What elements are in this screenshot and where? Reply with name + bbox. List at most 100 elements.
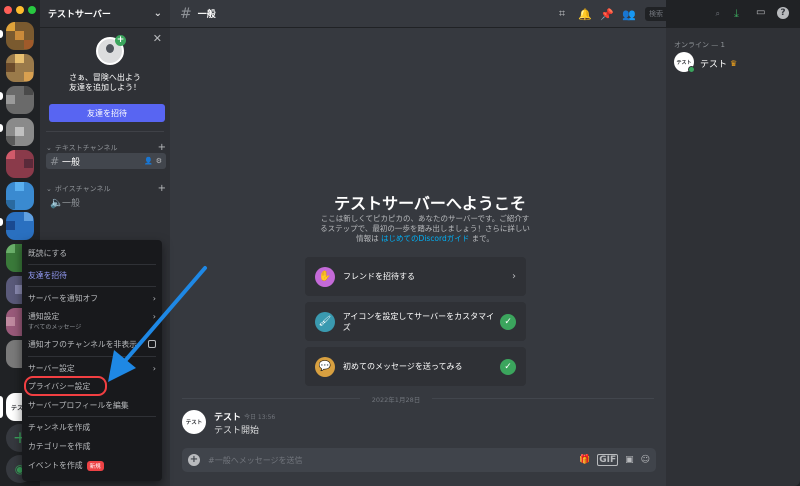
menu-item-hide-muted[interactable]: 通知オフのチャンネルを非表示	[28, 339, 156, 350]
member-item[interactable]: テスト ♛	[700, 57, 737, 70]
menu-item-invite[interactable]: 友達を招待	[28, 270, 156, 281]
welcome-desc-line: 情報は	[356, 234, 379, 243]
invite-friends-button[interactable]: 友達を招待	[49, 104, 165, 122]
menu-label: カテゴリーを作成	[28, 442, 91, 451]
minimize-window-button[interactable]	[16, 6, 24, 14]
close-icon[interactable]: ✕	[153, 32, 162, 45]
menu-item-notification-settings[interactable]: 通知設定 ›	[28, 311, 156, 322]
menu-item-create-category[interactable]: カテゴリーを作成	[28, 441, 156, 452]
zoom-window-button[interactable]	[28, 6, 36, 14]
server-icon[interactable]	[6, 118, 34, 146]
task-customize-server[interactable]: 🖌 アイコンを設定してサーバーをカスタマイズ ✓	[305, 302, 526, 341]
channel-label: 一般	[62, 198, 81, 209]
server-icon[interactable]	[6, 86, 34, 114]
menu-sublabel: すべてのメッセージ	[28, 324, 82, 331]
task-label: アイコンを設定してサーバーをカスタマイズ	[342, 311, 495, 332]
unread-indicator	[0, 92, 3, 100]
pin-icon[interactable]: 📌	[600, 8, 614, 21]
welcome-desc-line: ここは新しくてピカピカの、あなたのサーバーです。ご紹介す	[320, 214, 530, 223]
server-icon[interactable]	[6, 182, 34, 210]
invite-icon[interactable]: 👤	[144, 157, 153, 165]
window-controls	[4, 6, 36, 14]
voice-channel-category[interactable]: ⌄ ボイスチャンネル +	[46, 183, 166, 194]
search-icon: ⌕	[715, 9, 720, 18]
check-icon: ✓	[500, 313, 516, 330]
gift-icon[interactable]: 🎁	[579, 455, 590, 465]
menu-item-create-event[interactable]: イベントを作成 新規	[28, 460, 156, 471]
task-label: フレンドを招待する	[343, 272, 415, 281]
message-composer[interactable]: + #一般へメッセージを送信 🎁 GIF ▣ ☺	[182, 448, 656, 472]
menu-item-edit-server-profile[interactable]: サーバープロフィールを編集	[28, 400, 156, 411]
menu-label: サーバー設定	[28, 364, 75, 373]
channel-item-general[interactable]: # 一般 👤 ⚙	[46, 153, 166, 169]
close-window-button[interactable]	[4, 6, 12, 14]
download-icon[interactable]: ⤓	[734, 7, 739, 21]
server-icon[interactable]	[6, 150, 34, 178]
voice-channel-general[interactable]: 🔈 一般	[46, 194, 166, 210]
channel-label: 一般	[62, 157, 81, 168]
gif-icon[interactable]: GIF	[597, 454, 619, 466]
avatar[interactable]: テスト	[674, 52, 695, 73]
chevron-right-icon: ›	[152, 312, 156, 321]
chevron-right-icon: ›	[152, 294, 156, 303]
members-icon[interactable]: 👥	[622, 8, 636, 21]
message-icon: 💬	[315, 356, 335, 377]
add-channel-icon[interactable]: +	[158, 142, 166, 153]
menu-label: チャンネルを作成	[28, 423, 91, 432]
unread-indicator	[0, 30, 3, 38]
message-input-placeholder[interactable]: #一般へメッセージを送信	[208, 455, 303, 466]
task-first-message[interactable]: 💬 初めてのメッセージを送ってみる ✓	[305, 347, 526, 386]
hash-icon: #	[180, 5, 192, 22]
message-author[interactable]: テスト	[214, 410, 241, 423]
help-icon[interactable]: ?	[777, 7, 789, 19]
checkbox[interactable]	[148, 339, 156, 348]
customize-icon: 🖌	[315, 311, 335, 332]
menu-item-server-settings[interactable]: サーバー設定 ›	[28, 363, 156, 374]
menu-divider	[28, 264, 156, 265]
online-status-icon	[688, 66, 695, 73]
menu-label: サーバープロフィールを編集	[28, 401, 129, 410]
bell-icon[interactable]: 🔔	[578, 8, 592, 21]
server-header[interactable]: テストサーバー ⌄	[40, 0, 170, 28]
chevron-down-icon: ⌄	[46, 184, 52, 193]
gear-icon[interactable]: ⚙	[156, 157, 162, 165]
threads-icon[interactable]: ⌗	[556, 7, 568, 21]
message-content: テスト開始	[214, 426, 260, 436]
chevron-down-icon: ⌄	[46, 143, 52, 152]
unread-indicator	[0, 218, 3, 226]
highlight-ring	[24, 376, 107, 396]
server-icon[interactable]	[6, 54, 34, 82]
invite-line-2: 友達を追加しよう！	[69, 83, 141, 92]
add-channel-icon[interactable]: +	[158, 183, 166, 194]
server-context-menu: 既読にする 友達を招待 サーバーを通知オフ › 通知設定 › すべてのメッセージ 通…	[22, 240, 162, 481]
chevron-down-icon: ⌄	[153, 8, 162, 19]
sticker-icon[interactable]: ▣	[625, 455, 634, 465]
add-friend-illustration-icon: +	[96, 35, 126, 65]
avatar[interactable]: テスト	[182, 410, 206, 434]
menu-item-mute-server[interactable]: サーバーを通知オフ ›	[28, 293, 156, 304]
menu-item-create-channel[interactable]: チャンネルを作成	[28, 422, 156, 433]
chat-area: # 一般 テストサーバーへようこそ ここは新しくてピカピカの、あなたのサーバーで…	[170, 0, 666, 486]
inbox-icon[interactable]: ▭	[756, 7, 765, 18]
chevron-right-icon: ›	[512, 271, 516, 282]
check-icon: ✓	[500, 358, 516, 375]
welcome-desc-line: るステップで、最初の一歩を踏み出しましょう！さらに詳しい	[320, 224, 530, 233]
menu-label: 通知設定	[28, 312, 60, 321]
online-header: オンライン — 1	[674, 41, 725, 49]
menu-label: 友達を招待	[28, 271, 67, 280]
emoji-icon[interactable]: ☺	[641, 455, 650, 465]
crown-icon: ♛	[730, 59, 738, 68]
attach-plus-icon[interactable]: +	[188, 454, 200, 466]
divider	[46, 131, 164, 132]
search-input[interactable]: 検索 ⌕	[645, 7, 724, 21]
channel-title: 一般	[197, 10, 216, 20]
text-channel-category[interactable]: ⌄ テキストチャンネル +	[46, 142, 166, 153]
unread-indicator	[0, 124, 3, 132]
new-badge: 新規	[86, 460, 104, 471]
server-icon[interactable]	[6, 22, 34, 50]
task-invite-friends[interactable]: ✋ フレンドを招待する ›	[305, 257, 526, 296]
server-icon[interactable]	[6, 212, 34, 240]
beginner-guide-link[interactable]: はじめてのDiscordガイド	[381, 234, 469, 243]
menu-item-mark-read[interactable]: 既読にする	[28, 248, 156, 259]
welcome-desc-line: まで。	[471, 234, 494, 243]
